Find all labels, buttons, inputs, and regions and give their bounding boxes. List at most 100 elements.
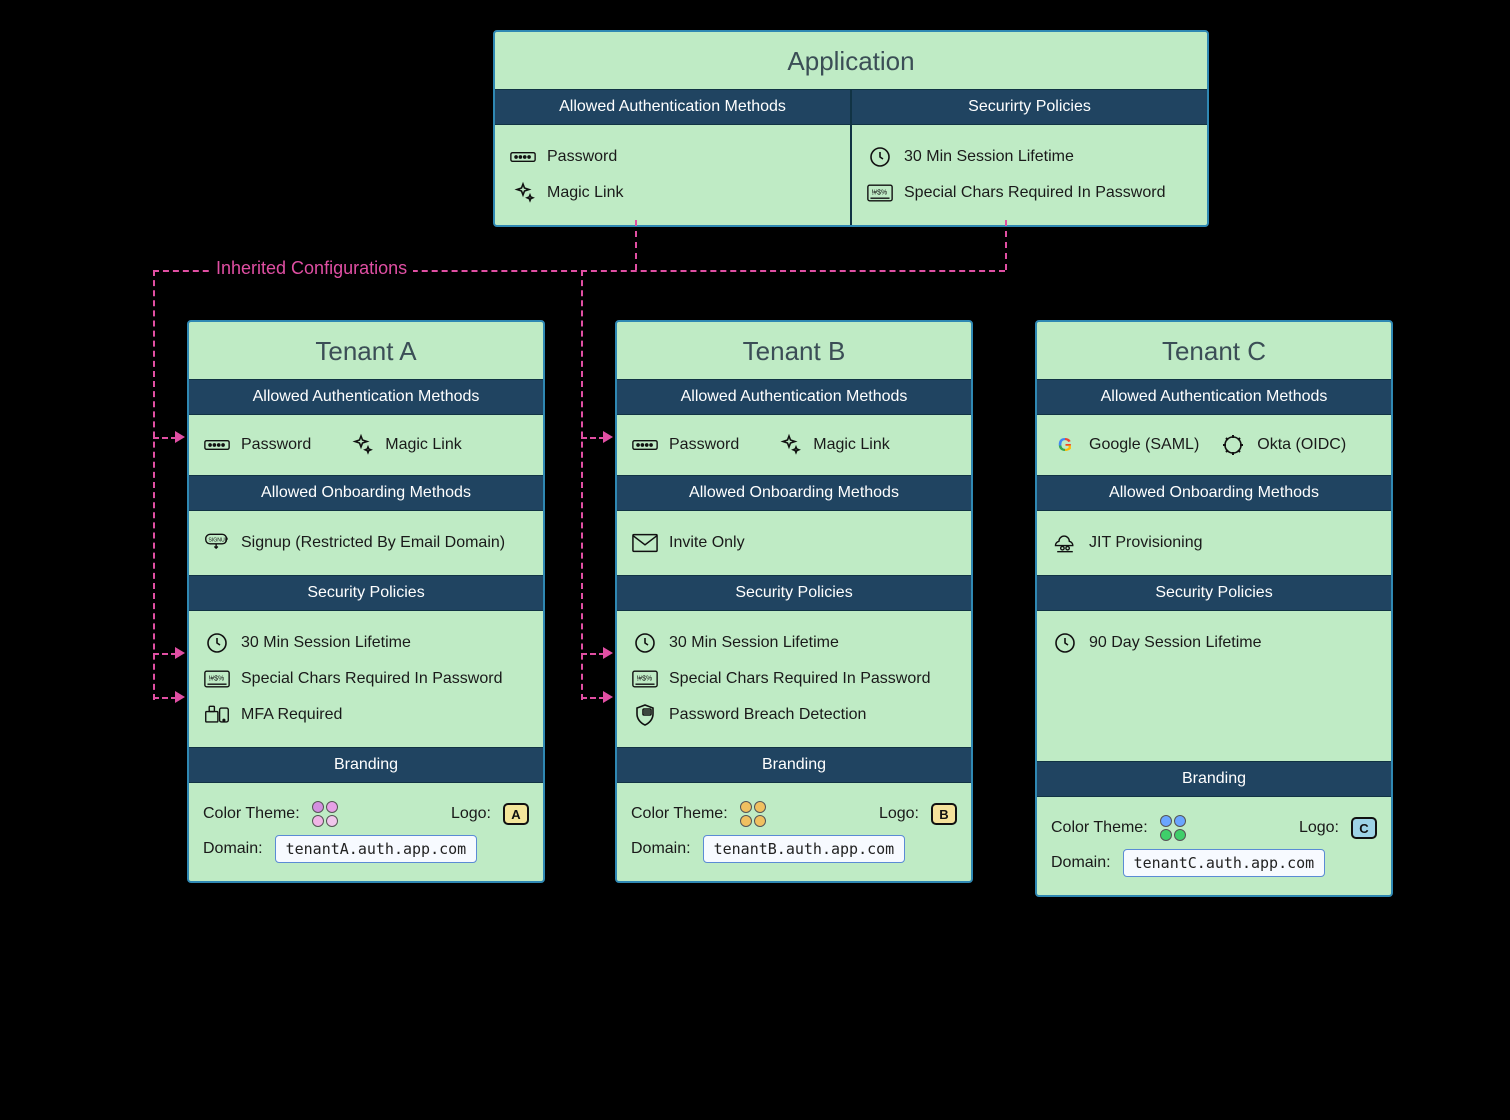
- tenant-c-onboard-header: Allowed Onboarding Methods: [1037, 475, 1391, 511]
- sparkle-icon: [775, 433, 803, 457]
- tenant-b-brand-header: Branding: [617, 747, 971, 783]
- tenant-b-card: Tenant B Allowed Authentication Methods …: [615, 320, 973, 883]
- app-sec-chars-label: Special Chars Required In Password: [904, 184, 1165, 202]
- tenant-a-brand-header: Branding: [189, 747, 543, 783]
- label: 30 Min Session Lifetime: [669, 634, 839, 652]
- color-swatches: [312, 801, 340, 827]
- label: Special Chars Required In Password: [241, 670, 502, 688]
- tenant-a-auth-magic: Magic Link: [347, 433, 461, 457]
- domain-label: Domain:: [1051, 854, 1111, 872]
- svg-text:!#$%: !#$%: [636, 676, 652, 683]
- mfa-icon: [203, 703, 231, 727]
- app-auth-password-label: Password: [547, 148, 617, 166]
- logo-badge: C: [1351, 817, 1377, 839]
- label: 30 Min Session Lifetime: [241, 634, 411, 652]
- app-auth-header: Allowed Authentication Methods: [495, 89, 850, 125]
- clock-icon: [631, 631, 659, 655]
- tenant-a-sec-chars: !#$% Special Chars Required In Password: [203, 661, 529, 697]
- logo-label: Logo:: [1299, 819, 1339, 837]
- label: MFA Required: [241, 706, 342, 724]
- tenant-a-onboard-signup: SIGNUP Signup (Restricted By Email Domai…: [203, 525, 529, 561]
- label: Password: [241, 436, 311, 454]
- tenant-c-auth-google: G Google (SAML): [1051, 433, 1199, 457]
- app-sec-header: Securirty Policies: [852, 89, 1207, 125]
- tenant-b-onboard-header: Allowed Onboarding Methods: [617, 475, 971, 511]
- password-icon: [203, 433, 231, 457]
- tenant-b-sec-header: Security Policies: [617, 575, 971, 611]
- theme-label: Color Theme:: [1051, 819, 1148, 837]
- svg-text:SIGNUP: SIGNUP: [208, 537, 228, 543]
- logo-label: Logo:: [879, 805, 919, 823]
- signup-icon: SIGNUP: [203, 531, 231, 555]
- label: Google (SAML): [1089, 436, 1199, 454]
- clock-icon: [1051, 631, 1079, 655]
- tenant-a-onboard-header: Allowed Onboarding Methods: [189, 475, 543, 511]
- connector: [153, 270, 155, 700]
- label: JIT Provisioning: [1089, 534, 1203, 552]
- inherited-config-label: Inherited Configurations: [210, 258, 413, 279]
- tenant-c-title: Tenant C: [1037, 322, 1391, 379]
- password-icon: [631, 433, 659, 457]
- color-swatches: [1160, 815, 1188, 841]
- tenant-c-onboard-jit: JIT Provisioning: [1051, 525, 1377, 561]
- domain-value: tenantC.auth.app.com: [1123, 849, 1326, 877]
- app-sec-session-label: 30 Min Session Lifetime: [904, 148, 1074, 166]
- label: Magic Link: [813, 436, 889, 454]
- tenant-b-sec-chars: !#$% Special Chars Required In Password: [631, 661, 957, 697]
- cloud-users-icon: [1051, 531, 1079, 555]
- label: Magic Link: [385, 436, 461, 454]
- label: Special Chars Required In Password: [669, 670, 930, 688]
- tenant-c-auth-header: Allowed Authentication Methods: [1037, 379, 1391, 415]
- password-icon: [509, 145, 537, 169]
- tenant-a-card: Tenant A Allowed Authentication Methods …: [187, 320, 545, 883]
- tenant-c-brand-header: Branding: [1037, 761, 1391, 797]
- domain-value: tenantA.auth.app.com: [275, 835, 478, 863]
- app-auth-password: Password: [509, 139, 836, 175]
- special-chars-icon: !#$%: [203, 667, 231, 691]
- app-auth-magic: Magic Link: [509, 175, 836, 211]
- tenant-a-sec-header: Security Policies: [189, 575, 543, 611]
- label: Password: [669, 436, 739, 454]
- theme-label: Color Theme:: [631, 805, 728, 823]
- application-title: Application: [495, 32, 1207, 89]
- tenant-b-auth-magic: Magic Link: [775, 433, 889, 457]
- logo-badge: B: [931, 803, 957, 825]
- tenant-a-sec-mfa: MFA Required: [203, 697, 529, 733]
- connector: [581, 270, 583, 700]
- tenant-b-auth-header: Allowed Authentication Methods: [617, 379, 971, 415]
- domain-label: Domain:: [631, 840, 691, 858]
- clock-icon: [866, 145, 894, 169]
- shield-alert-icon: [631, 703, 659, 727]
- tenant-c-sec-header: Security Policies: [1037, 575, 1391, 611]
- clock-icon: [203, 631, 231, 655]
- arrow-icon: [603, 647, 613, 659]
- tenant-b-onboard-invite: Invite Only: [631, 525, 957, 561]
- logo-label: Logo:: [451, 805, 491, 823]
- theme-label: Color Theme:: [203, 805, 300, 823]
- special-chars-icon: !#$%: [631, 667, 659, 691]
- domain-label: Domain:: [203, 840, 263, 858]
- connector: [581, 437, 605, 439]
- app-auth-magic-label: Magic Link: [547, 184, 623, 202]
- google-icon: G: [1051, 433, 1079, 457]
- svg-text:!#$%: !#$%: [208, 676, 224, 683]
- connector: [581, 697, 605, 699]
- sparkle-icon: [509, 181, 537, 205]
- connector: [153, 697, 177, 699]
- app-sec-session: 30 Min Session Lifetime: [866, 139, 1193, 175]
- label: Password Breach Detection: [669, 706, 866, 724]
- application-card: Application Allowed Authentication Metho…: [493, 30, 1209, 227]
- connector: [153, 437, 177, 439]
- svg-text:!#$%: !#$%: [871, 190, 887, 197]
- okta-icon: [1219, 433, 1247, 457]
- arrow-icon: [175, 647, 185, 659]
- domain-value: tenantB.auth.app.com: [703, 835, 906, 863]
- connector: [581, 653, 605, 655]
- connector: [153, 653, 177, 655]
- tenant-a-auth-header: Allowed Authentication Methods: [189, 379, 543, 415]
- connector: [635, 220, 637, 270]
- tenant-c-auth-okta: Okta (OIDC): [1219, 433, 1346, 457]
- arrow-icon: [175, 691, 185, 703]
- tenant-b-title: Tenant B: [617, 322, 971, 379]
- label: Okta (OIDC): [1257, 436, 1346, 454]
